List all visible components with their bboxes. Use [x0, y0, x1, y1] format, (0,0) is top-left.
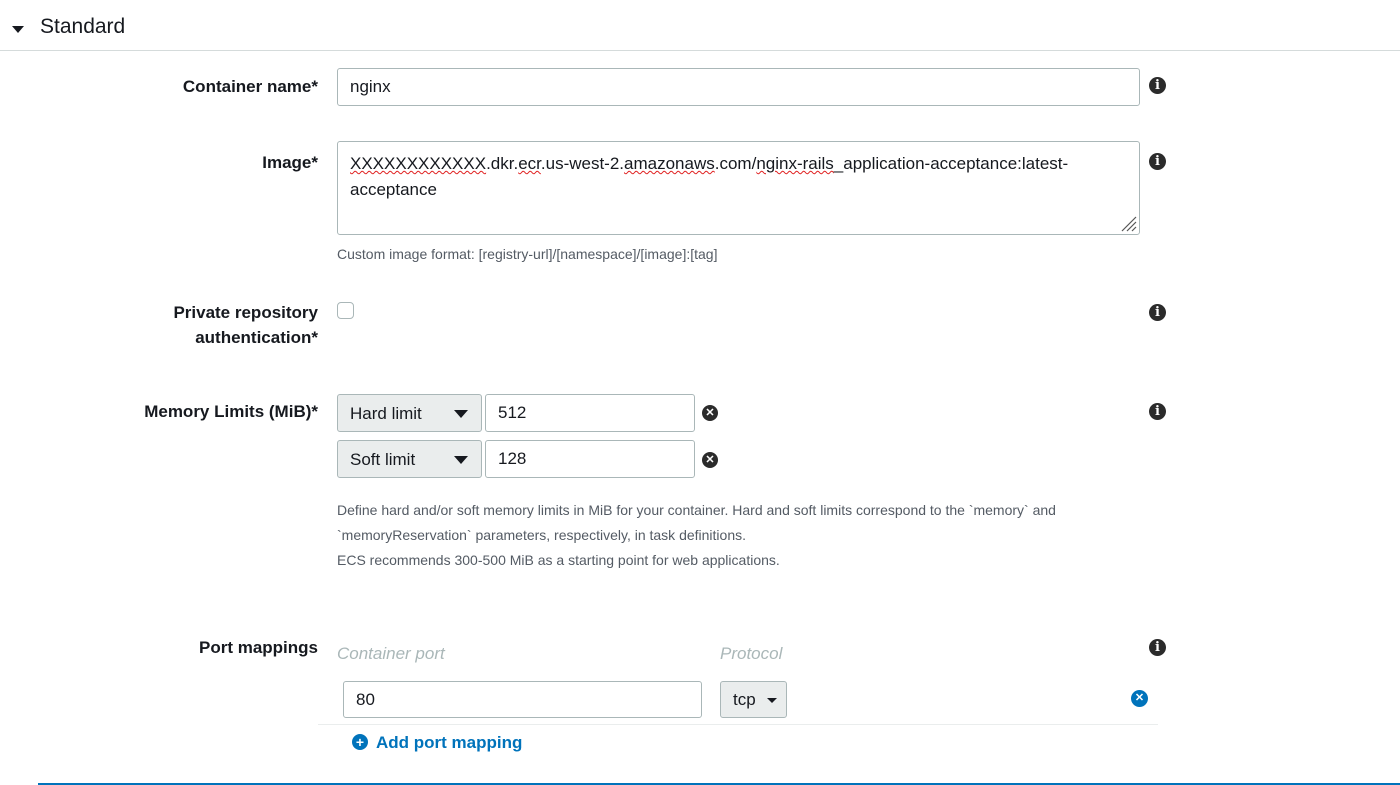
image-textarea[interactable]: XXXXXXXXXXXX.dkr.ecr.us-west-2.amazonaws… — [337, 141, 1140, 235]
hard-limit-select[interactable]: Hard limit — [337, 394, 482, 432]
image-value-part: .us-west-2. — [540, 154, 625, 173]
select-value: tcp — [733, 690, 756, 709]
container-name-label: Container name* — [182, 77, 318, 96]
caret-down-icon — [454, 456, 468, 464]
memory-help-text: Define hard and/or soft memory limits in… — [337, 498, 1056, 573]
private-repo-checkbox[interactable] — [337, 302, 354, 319]
remove-soft-limit-icon[interactable]: ✕ — [702, 452, 718, 468]
image-value-part: ecr — [518, 154, 541, 173]
protocol-column-header: Protocol — [720, 644, 783, 663]
port-mappings-label: Port mappings — [198, 638, 318, 657]
plus-circle-icon: + — [352, 734, 368, 750]
hard-limit-input[interactable] — [485, 394, 695, 432]
soft-limit-select[interactable]: Soft limit — [337, 440, 482, 478]
memory-help-line: `memoryReservation` parameters, respecti… — [337, 527, 747, 543]
caret-down-icon — [454, 410, 468, 418]
remove-port-mapping-icon[interactable]: ✕ — [1131, 690, 1148, 707]
info-icon[interactable]: i — [1149, 77, 1166, 94]
info-icon[interactable]: i — [1149, 304, 1166, 321]
resize-handle-icon[interactable] — [1119, 214, 1137, 232]
private-repo-label-line2: authentication* — [195, 328, 318, 347]
image-value-line2: acceptance — [350, 180, 437, 199]
memory-limits-label: Memory Limits (MiB)* — [144, 402, 318, 421]
divider — [318, 724, 1158, 725]
select-value: Hard limit — [350, 404, 422, 423]
private-repo-label: Private repository authentication* — [173, 300, 318, 350]
select-value: Soft limit — [350, 450, 416, 469]
image-help-text: Custom image format: [registry-url]/[nam… — [337, 246, 718, 262]
image-value-part: XXXXXXXXXXXX — [350, 154, 487, 173]
image-value-part: _application-acceptance:latest- — [833, 154, 1069, 173]
section-title: Standard — [40, 15, 126, 38]
container-port-column-header: Container port — [337, 644, 445, 663]
section-header[interactable]: Standard — [0, 0, 1400, 51]
add-port-mapping-label: Add port mapping — [376, 733, 523, 752]
image-value-part: .com/ — [714, 154, 757, 173]
add-port-mapping-link[interactable]: + Add port mapping — [352, 733, 522, 753]
soft-limit-input[interactable] — [485, 440, 695, 478]
container-port-input[interactable] — [343, 681, 702, 718]
image-value-part: amazonaws — [624, 154, 715, 173]
memory-help-line: ECS recommends 300-500 MiB as a starting… — [337, 552, 780, 568]
protocol-select[interactable]: tcp — [720, 681, 787, 718]
remove-hard-limit-icon[interactable]: ✕ — [702, 405, 718, 421]
image-value-line1: XXXXXXXXXXXX.dkr.ecr.us-west-2.amazonaws… — [350, 151, 1127, 177]
image-value-part: nginx-rails — [756, 154, 834, 173]
container-name-input[interactable] — [337, 68, 1140, 106]
caret-down-icon — [767, 698, 777, 703]
image-value-part: .dkr. — [486, 154, 519, 173]
image-label: Image* — [262, 153, 318, 172]
memory-help-line: Define hard and/or soft memory limits in… — [337, 502, 1056, 518]
info-icon[interactable]: i — [1149, 639, 1166, 656]
info-icon[interactable]: i — [1149, 153, 1166, 170]
info-icon[interactable]: i — [1149, 403, 1166, 420]
caret-down-icon[interactable] — [12, 26, 24, 33]
private-repo-label-line1: Private repository — [173, 303, 318, 322]
